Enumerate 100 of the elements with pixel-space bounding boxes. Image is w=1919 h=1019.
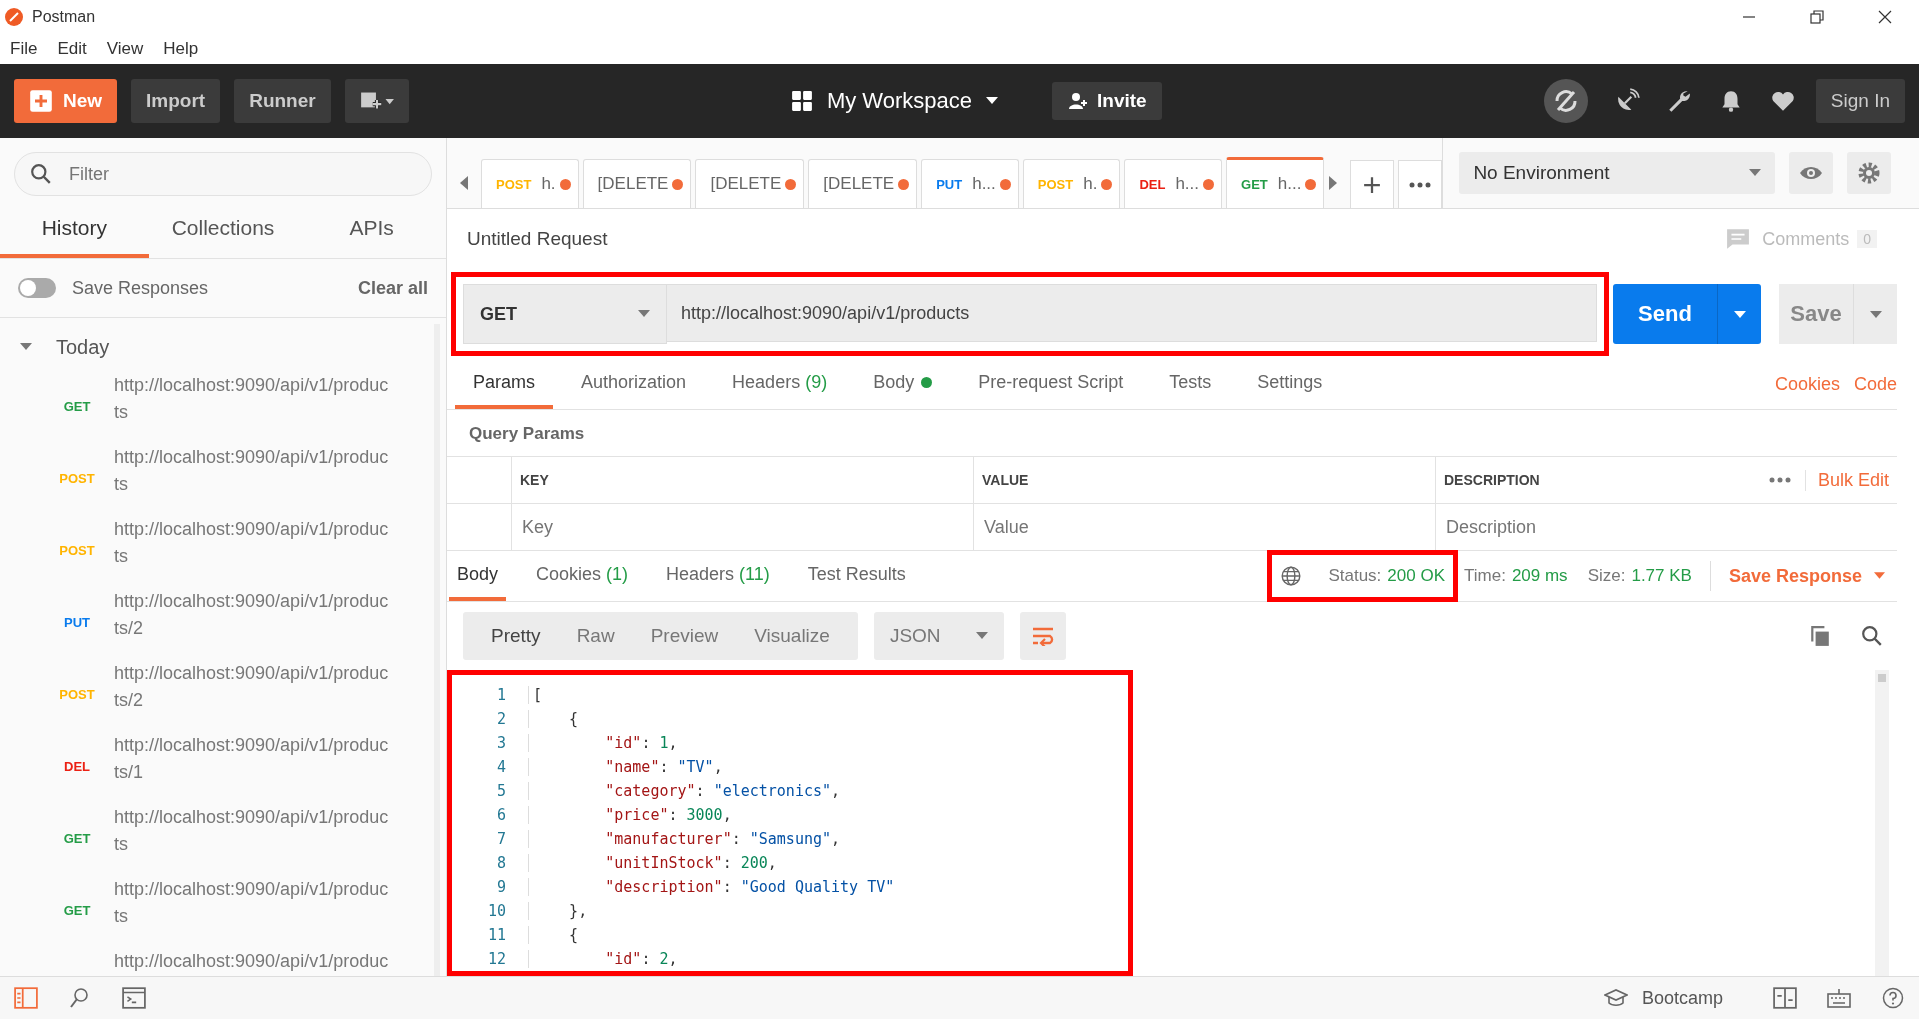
- response-tab[interactable]: Test Results: [799, 551, 914, 601]
- search-icon[interactable]: [1861, 625, 1883, 647]
- response-tab[interactable]: Headers (11): [658, 551, 778, 601]
- format-dropdown[interactable]: JSON: [873, 612, 1004, 660]
- import-button[interactable]: Import: [131, 79, 221, 123]
- menu-item[interactable]: File: [10, 39, 38, 59]
- history-item[interactable]: PUT http://localhost:9090/api/v1/produc ts/2: [0, 584, 446, 656]
- request-tab[interactable]: [DELETE: [808, 159, 918, 208]
- line-number: 8: [495, 854, 507, 872]
- history-item[interactable]: GET http://localhost:9090/api/v1/produc ts: [0, 800, 446, 872]
- section-title: Query Params: [468, 423, 586, 445]
- wrap-lines-button[interactable]: [1019, 612, 1066, 660]
- restore-icon[interactable]: [1807, 7, 1827, 27]
- request-section-tab[interactable]: Authorization: [563, 359, 705, 409]
- url-field[interactable]: http://localhost:9090/api/v1/products: [667, 284, 1597, 342]
- bulk-edit-link[interactable]: Bulk Edit: [1804, 469, 1889, 491]
- request-tab[interactable]: [DELETE: [582, 159, 692, 208]
- history-item[interactable]: POST http://localhost:9090/api/v1/produc ts/2: [0, 656, 446, 728]
- history-item[interactable]: GET http://localhost:9090/api/v1/produc ts: [0, 368, 446, 440]
- method-dropdown[interactable]: GET: [463, 284, 667, 344]
- code-line: "category": "electronics",: [528, 782, 841, 800]
- save-response-dropdown[interactable]: Save Response: [1728, 565, 1885, 587]
- sidebar-tab[interactable]: History: [0, 204, 149, 258]
- method-label: GET: [62, 830, 92, 846]
- header-link[interactable]: Code: [1853, 373, 1897, 395]
- request-tab[interactable]: GET h...: [1226, 157, 1325, 208]
- history-url: http://localhost:9090/api/v1/produc ts: [114, 878, 389, 928]
- history-item[interactable]: POST http://localhost:9090/api/v1/produc ts: [0, 440, 446, 512]
- param-field[interactable]: Key: [520, 515, 965, 539]
- help-icon[interactable]: [1881, 987, 1905, 1009]
- sidebar-tab[interactable]: APIs: [297, 204, 446, 258]
- eye-button[interactable]: [1789, 152, 1834, 194]
- line-number: 10: [486, 902, 507, 920]
- expand-caret-icon[interactable]: [20, 343, 32, 351]
- code-line: },: [528, 902, 588, 920]
- more-button[interactable]: [1398, 160, 1443, 208]
- request-tab[interactable]: DEL h...: [1124, 159, 1222, 208]
- environment-dropdown[interactable]: No Environment: [1459, 152, 1776, 194]
- request-section-tab[interactable]: Tests: [1151, 359, 1230, 409]
- request-tab[interactable]: POST h.: [1022, 159, 1121, 208]
- response-tab[interactable]: Cookies (1): [528, 551, 637, 601]
- clear-all-link[interactable]: Clear all: [357, 277, 428, 299]
- new-window-button[interactable]: [344, 79, 409, 123]
- history-url: http://localhost:9090/api/v1/produc: [114, 950, 389, 973]
- method-label: POST: [58, 470, 96, 486]
- history-item[interactable]: DEL http://localhost:9090/api/v1/produc ts/1: [0, 728, 446, 800]
- menu-item[interactable]: Help: [163, 39, 199, 59]
- request-section-tab[interactable]: Pre-request Script: [960, 359, 1142, 409]
- method-label: PUT: [936, 176, 963, 192]
- sidebar-tab[interactable]: Collections: [148, 204, 298, 258]
- scrollbar[interactable]: [1875, 670, 1889, 976]
- graduation-cap-icon[interactable]: [1603, 987, 1628, 1009]
- view-mode-tab[interactable]: Visualize: [736, 625, 848, 647]
- history-item[interactable]: http://localhost:9090/api/v1/produc: [0, 944, 446, 976]
- request-tab[interactable]: POST h.: [481, 159, 579, 208]
- history-url: http://localhost:9090/api/v1/produc ts: [114, 374, 389, 424]
- response-tab[interactable]: Body: [449, 551, 507, 601]
- app-logo-icon: [4, 7, 24, 27]
- request-tab[interactable]: PUT h...: [921, 159, 1019, 208]
- request-section-tab[interactable]: Settings: [1239, 359, 1341, 409]
- view-mode-tab[interactable]: Raw: [558, 625, 633, 647]
- request-section-tab[interactable]: Body: [855, 359, 951, 409]
- request-section-tab[interactable]: Headers (9): [714, 359, 846, 409]
- menu-item[interactable]: View: [106, 39, 144, 59]
- settings-button[interactable]: [1847, 152, 1892, 194]
- sign-in-button[interactable]: Sign In: [1815, 79, 1905, 123]
- code-line: [: [528, 686, 543, 704]
- filter-field[interactable]: Filter: [14, 152, 432, 196]
- sync-off-icon[interactable]: [1543, 79, 1588, 123]
- two-pane-icon[interactable]: [1773, 987, 1797, 1009]
- caret-icon: [638, 310, 650, 318]
- console-icon[interactable]: [122, 987, 146, 1009]
- scroll-left-icon[interactable]: [459, 176, 469, 190]
- scroll-right-icon[interactable]: [1328, 176, 1339, 190]
- param-field[interactable]: Value: [982, 515, 1427, 539]
- bootcamp-link[interactable]: Bootcamp: [1641, 987, 1723, 1009]
- toggle-switch[interactable]: [18, 278, 56, 298]
- request-tab[interactable]: [DELETE: [695, 159, 805, 208]
- history-item[interactable]: GET http://localhost:9090/api/v1/produc ts: [0, 872, 446, 944]
- add-tab-button[interactable]: [1350, 160, 1395, 208]
- history-item[interactable]: POST http://localhost:9090/api/v1/produc ts: [0, 512, 446, 584]
- more-icon[interactable]: [1768, 477, 1791, 483]
- workspace-selector[interactable]: My Workspace: [790, 88, 998, 114]
- menu-item[interactable]: Edit: [57, 39, 87, 59]
- new-button[interactable]: New: [14, 79, 118, 123]
- send-button[interactable]: Send: [1613, 284, 1717, 344]
- sidebar-toggle-icon[interactable]: [14, 987, 38, 1009]
- request-section-tab[interactable]: Params: [455, 359, 553, 409]
- globe-icon[interactable]: [1280, 565, 1303, 587]
- keyboard-icon[interactable]: [1827, 987, 1851, 1009]
- param-field[interactable]: Description: [1444, 515, 1889, 539]
- invite-button[interactable]: Invite: [1052, 82, 1162, 120]
- view-mode-tab[interactable]: Pretty: [473, 625, 559, 647]
- view-mode-tab[interactable]: Preview: [632, 625, 737, 647]
- copy-icon[interactable]: [1809, 625, 1831, 647]
- method-label: POST: [1037, 176, 1074, 192]
- caret-icon: [975, 632, 988, 640]
- header-link[interactable]: Cookies: [1774, 373, 1840, 395]
- save-button[interactable]: Save: [1779, 284, 1853, 344]
- runner-button[interactable]: Runner: [234, 79, 331, 123]
